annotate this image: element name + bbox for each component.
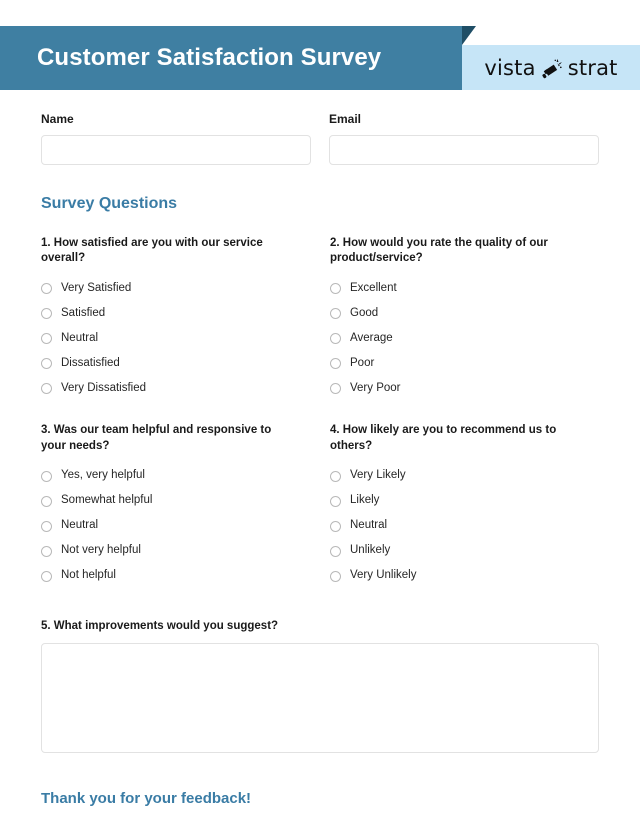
option-label: Excellent — [350, 282, 397, 295]
question-3: 3. Was our team helpful and responsive t… — [41, 423, 330, 588]
contact-fields-row: Name Email — [41, 112, 599, 165]
question-4-text: 4. How likely are you to recommend us to… — [330, 424, 557, 452]
question-3-option-2[interactable]: Somewhat helpful — [41, 489, 330, 514]
radio-icon[interactable] — [330, 383, 341, 395]
radio-icon[interactable] — [41, 570, 52, 582]
option-label: Very Likely — [350, 469, 406, 482]
name-label: Name — [41, 112, 74, 126]
option-label: Very Unlikely — [350, 569, 417, 582]
question-1-text: 1. How satisfied are you with our servic… — [41, 237, 263, 265]
name-field-group: Name — [41, 112, 311, 165]
question-3-option-5[interactable]: Not helpful — [41, 564, 330, 589]
email-input[interactable] — [329, 135, 599, 165]
megaphone-icon — [541, 58, 563, 80]
brand-word-two: strat — [567, 55, 618, 80]
brand-logo: vista strat — [462, 45, 640, 90]
question-4-option-5[interactable]: Very Unlikely — [330, 564, 599, 589]
radio-icon[interactable] — [41, 358, 52, 370]
question-1-option-5[interactable]: Very Dissatisfied — [41, 376, 330, 401]
question-2-option-2[interactable]: Good — [330, 301, 599, 326]
question-1-option-3[interactable]: Neutral — [41, 326, 330, 351]
radio-icon[interactable] — [41, 283, 52, 295]
question-2-option-3[interactable]: Average — [330, 326, 599, 351]
radio-icon[interactable] — [41, 495, 52, 507]
option-label: Likely — [350, 494, 380, 507]
radio-icon[interactable] — [330, 470, 341, 482]
option-label: Very Poor — [350, 382, 401, 395]
radio-icon[interactable] — [41, 545, 52, 557]
radio-icon[interactable] — [41, 308, 52, 320]
question-4-option-4[interactable]: Unlikely — [330, 539, 599, 564]
question-4-option-2[interactable]: Likely — [330, 489, 599, 514]
option-label: Neutral — [61, 332, 99, 345]
question-2-option-5[interactable]: Very Poor — [330, 376, 599, 401]
option-label: Good — [350, 307, 379, 320]
name-input[interactable] — [41, 135, 311, 165]
option-label: Somewhat helpful — [61, 494, 153, 507]
question-1-option-1[interactable]: Very Satisfied — [41, 276, 330, 301]
question-4-option-3[interactable]: Neutral — [330, 514, 599, 539]
radio-icon[interactable] — [41, 333, 52, 345]
survey-content: Name Email Survey Questions 1. How satis… — [0, 112, 640, 807]
survey-questions-heading: Survey Questions — [41, 195, 178, 212]
question-2-text: 2. How would you rate the quality of our… — [330, 237, 548, 265]
option-label: Not helpful — [61, 569, 116, 582]
thank-you-message: Thank you for your feedback! — [41, 789, 252, 807]
option-label: Dissatisfied — [61, 357, 120, 370]
radio-icon[interactable] — [330, 333, 341, 345]
page-title: Customer Satisfaction Survey — [37, 44, 382, 71]
question-3-option-1[interactable]: Yes, very helpful — [41, 464, 330, 489]
option-label: Very Dissatisfied — [61, 382, 147, 395]
question-1-option-2[interactable]: Satisfied — [41, 301, 330, 326]
question-1: 1. How satisfied are you with our servic… — [41, 236, 330, 401]
radio-icon[interactable] — [330, 570, 341, 582]
radio-icon[interactable] — [41, 520, 52, 532]
option-label: Satisfied — [61, 307, 106, 320]
email-field-group: Email — [329, 112, 599, 165]
email-label: Email — [329, 112, 362, 126]
radio-icon[interactable] — [41, 470, 52, 482]
option-label: Very Satisfied — [61, 282, 132, 295]
page-header: Customer Satisfaction Survey vista strat — [0, 0, 640, 100]
option-label: Neutral — [61, 519, 99, 532]
option-label: Neutral — [350, 519, 388, 532]
question-4: 4. How likely are you to recommend us to… — [330, 423, 599, 588]
question-5: 5. What improvements would you suggest? — [41, 619, 599, 753]
improvements-textarea[interactable] — [41, 642, 599, 753]
radio-icon[interactable] — [330, 545, 341, 557]
question-2: 2. How would you rate the quality of our… — [330, 236, 599, 401]
option-label: Yes, very helpful — [61, 469, 145, 482]
option-label: Average — [350, 332, 393, 345]
question-1-option-4[interactable]: Dissatisfied — [41, 351, 330, 376]
questions-grid: 1. How satisfied are you with our servic… — [41, 236, 599, 611]
brand-word-one: vista — [484, 55, 536, 80]
question-5-text: 5. What improvements would you suggest? — [41, 619, 279, 632]
radio-icon[interactable] — [330, 283, 341, 295]
question-4-option-1[interactable]: Very Likely — [330, 464, 599, 489]
option-label: Poor — [350, 357, 375, 370]
option-label: Unlikely — [350, 544, 391, 557]
radio-icon[interactable] — [41, 383, 52, 395]
question-2-option-4[interactable]: Poor — [330, 351, 599, 376]
question-3-option-4[interactable]: Not very helpful — [41, 539, 330, 564]
title-banner: Customer Satisfaction Survey — [0, 26, 462, 90]
question-3-text: 3. Was our team helpful and responsive t… — [41, 424, 272, 452]
radio-icon[interactable] — [330, 308, 341, 320]
option-label: Not very helpful — [61, 544, 141, 557]
radio-icon[interactable] — [330, 495, 341, 507]
question-2-option-1[interactable]: Excellent — [330, 276, 599, 301]
radio-icon[interactable] — [330, 520, 341, 532]
brand-logo-text: vista strat — [484, 56, 617, 80]
banner-fold-corner — [462, 26, 476, 45]
question-3-option-3[interactable]: Neutral — [41, 514, 330, 539]
radio-icon[interactable] — [330, 358, 341, 370]
